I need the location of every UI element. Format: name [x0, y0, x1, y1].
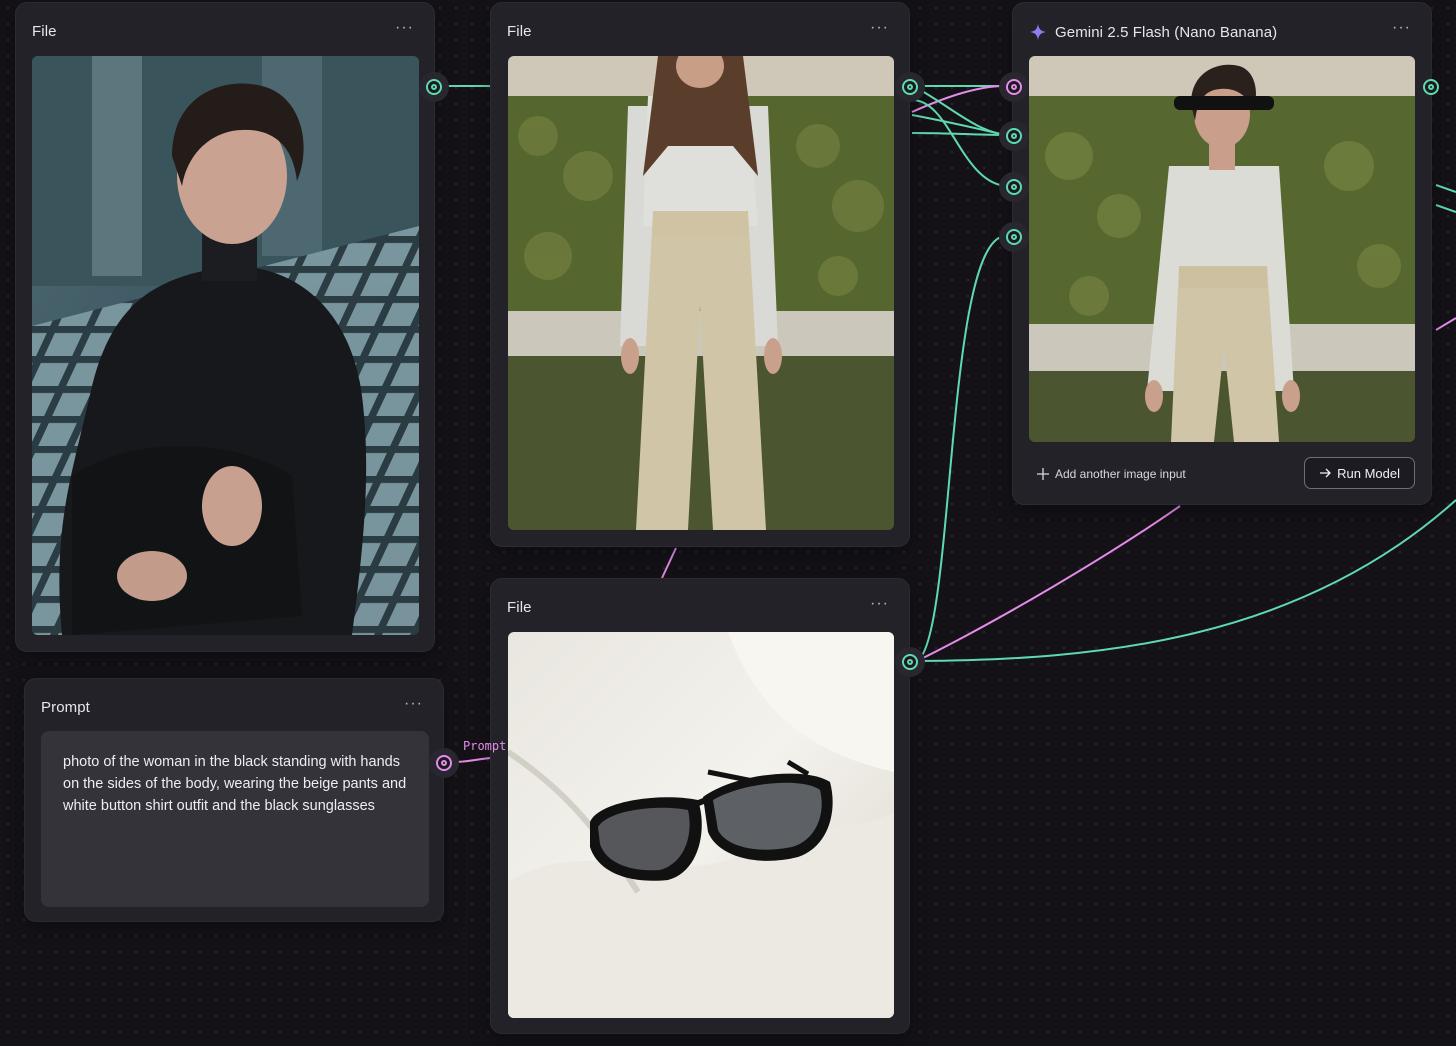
node-menu-button[interactable]: ···	[1388, 17, 1415, 39]
node-title: Gemini 2.5 Flash (Nano Banana)	[1029, 23, 1277, 41]
file-node-2[interactable]: File ···	[490, 2, 925, 547]
image-output-port[interactable]	[426, 79, 442, 95]
node-menu-button[interactable]: ···	[866, 17, 893, 39]
node-menu-button[interactable]: ···	[866, 593, 893, 615]
node-title: File	[507, 599, 532, 616]
prompt-text-field[interactable]: photo of the woman in the black standing…	[41, 731, 429, 907]
prompt-wire-label: Prompt	[463, 739, 507, 753]
file-image-woman-outfit	[508, 56, 894, 530]
output-image-generated	[1029, 56, 1415, 442]
run-model-button[interactable]: Run Model	[1304, 457, 1415, 489]
node-title: File	[507, 23, 532, 40]
arrow-right-icon	[1320, 468, 1332, 478]
prompt-node[interactable]: Prompt ··· photo of the woman in the bla…	[24, 678, 459, 922]
plus-icon	[1037, 468, 1049, 480]
image-input-port-3[interactable]	[1006, 229, 1022, 245]
add-image-input-button[interactable]: Add another image input	[1037, 467, 1186, 481]
gemini-model-node[interactable]: Gemini 2.5 Flash (Nano Banana) ··· Add a…	[999, 2, 1439, 505]
file-node-3[interactable]: File ···	[490, 578, 925, 1034]
file-image-sunglasses	[508, 632, 894, 1018]
file-node-1[interactable]: File ···	[15, 2, 449, 652]
file-image-woman-turtleneck	[32, 56, 419, 635]
node-menu-button[interactable]: ···	[391, 17, 418, 39]
node-menu-button[interactable]: ···	[400, 693, 427, 715]
prompt-input-port[interactable]	[1006, 79, 1022, 95]
image-input-port-2[interactable]	[1006, 179, 1022, 195]
sparkle-icon	[1029, 23, 1047, 41]
image-output-port[interactable]	[1423, 79, 1439, 95]
image-output-port[interactable]	[902, 79, 918, 95]
node-title: Prompt	[41, 699, 90, 716]
image-output-port[interactable]	[902, 654, 918, 670]
image-input-port-1[interactable]	[1006, 128, 1022, 144]
text-output-port[interactable]	[436, 755, 452, 771]
node-title: File	[32, 23, 57, 40]
